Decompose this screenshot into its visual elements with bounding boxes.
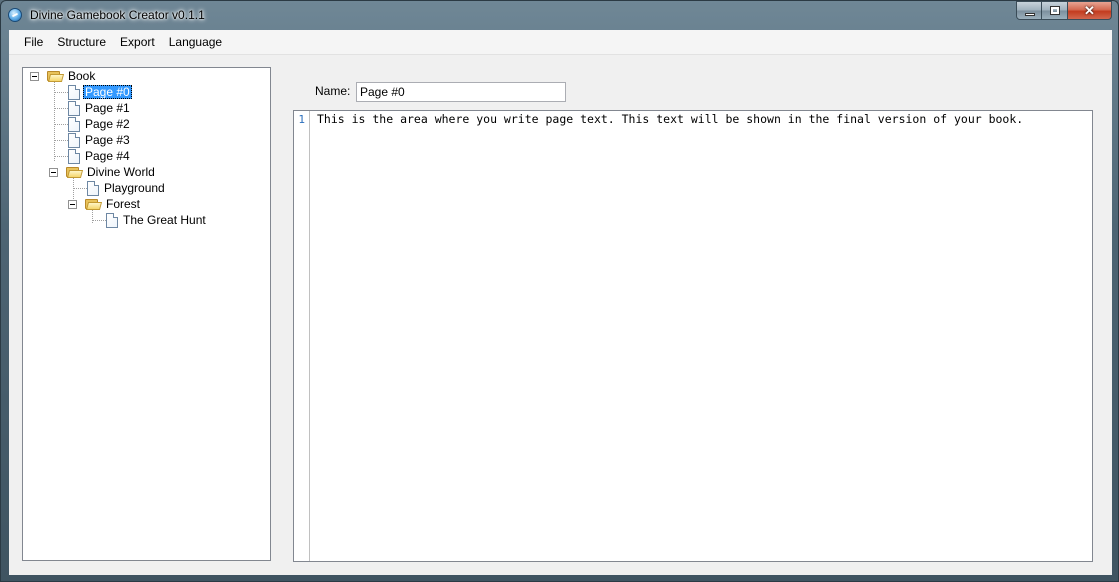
client-area: File Structure Export Language Book Page… (9, 30, 1112, 575)
structure-tree[interactable]: Book Page #0 Page #1 Page #2 Page #3 Pag… (22, 67, 271, 561)
tree-node-book[interactable]: Book (66, 68, 97, 84)
folder-open-icon (66, 166, 84, 178)
line-number-gutter: 1 (294, 111, 310, 561)
tree-node-divine-world[interactable]: Divine World (85, 164, 157, 180)
tree-connector (54, 108, 68, 110)
tree-node-forest[interactable]: Forest (104, 196, 142, 212)
title-bar[interactable]: Divine Gamebook Creator v0.1.1 ✕ (1, 1, 1118, 30)
tree-node-page-4[interactable]: Page #4 (83, 148, 132, 164)
page-document-icon (106, 213, 118, 228)
collapse-divine-world-icon[interactable] (49, 168, 58, 177)
editor-text-line[interactable]: This is the area where you write page te… (317, 112, 1023, 126)
caption-buttons: ✕ (1016, 1, 1112, 21)
tree-node-playground[interactable]: Playground (102, 180, 167, 196)
tree-node-label: Playground (104, 181, 165, 195)
minimize-icon (1025, 13, 1035, 16)
menu-file[interactable]: File (17, 30, 50, 54)
tree-connector (73, 188, 87, 190)
tree-connector (54, 140, 68, 142)
tree-node-page-1[interactable]: Page #1 (83, 100, 132, 116)
tree-connector (54, 124, 68, 126)
page-document-icon (68, 133, 80, 148)
tree-connector (92, 220, 106, 222)
tree-node-label: Forest (106, 197, 141, 211)
page-document-icon (68, 101, 80, 116)
app-globe-icon[interactable] (8, 8, 22, 22)
tree-connector (54, 92, 68, 94)
menu-structure[interactable]: Structure (50, 30, 113, 54)
page-document-icon (87, 181, 99, 196)
tree-node-the-great-hunt[interactable]: The Great Hunt (121, 212, 208, 228)
tree-node-label: Page #2 (85, 117, 130, 131)
folder-open-icon (85, 198, 103, 210)
tree-node-page-3[interactable]: Page #3 (83, 132, 132, 148)
folder-open-icon (47, 70, 65, 82)
page-document-icon (68, 117, 80, 132)
tree-node-label: The Great Hunt (123, 213, 206, 227)
collapse-book-icon[interactable] (30, 72, 39, 81)
tree-connector (54, 156, 68, 158)
page-text-editor[interactable]: 1 This is the area where you write page … (293, 110, 1093, 562)
menu-language[interactable]: Language (162, 30, 229, 54)
page-document-icon (68, 149, 80, 164)
tree-node-label: Book (68, 69, 96, 83)
close-icon: ✕ (1084, 3, 1095, 18)
tree-node-label: Page #0 (83, 85, 132, 99)
maximize-button[interactable] (1042, 1, 1068, 20)
page-document-icon (68, 85, 80, 100)
window-title: Divine Gamebook Creator v0.1.1 (30, 8, 205, 22)
tree-node-page-2[interactable]: Page #2 (83, 116, 132, 132)
name-input[interactable] (356, 82, 566, 102)
line-number: 1 (298, 113, 305, 126)
tree-node-label: Page #4 (85, 149, 130, 163)
tree-node-label: Page #3 (85, 133, 130, 147)
minimize-button[interactable] (1016, 1, 1042, 20)
close-button[interactable]: ✕ (1068, 1, 1112, 20)
tree-node-page-0[interactable]: Page #0 (83, 84, 132, 100)
tree-node-label: Page #1 (85, 101, 130, 115)
menu-bar: File Structure Export Language (9, 30, 1112, 55)
maximize-icon (1050, 6, 1060, 15)
collapse-forest-icon[interactable] (68, 200, 77, 209)
tree-node-label: Divine World (87, 165, 155, 179)
app-window: Divine Gamebook Creator v0.1.1 ✕ File St… (0, 0, 1119, 582)
name-label: Name: (315, 84, 351, 98)
menu-export[interactable]: Export (113, 30, 162, 54)
